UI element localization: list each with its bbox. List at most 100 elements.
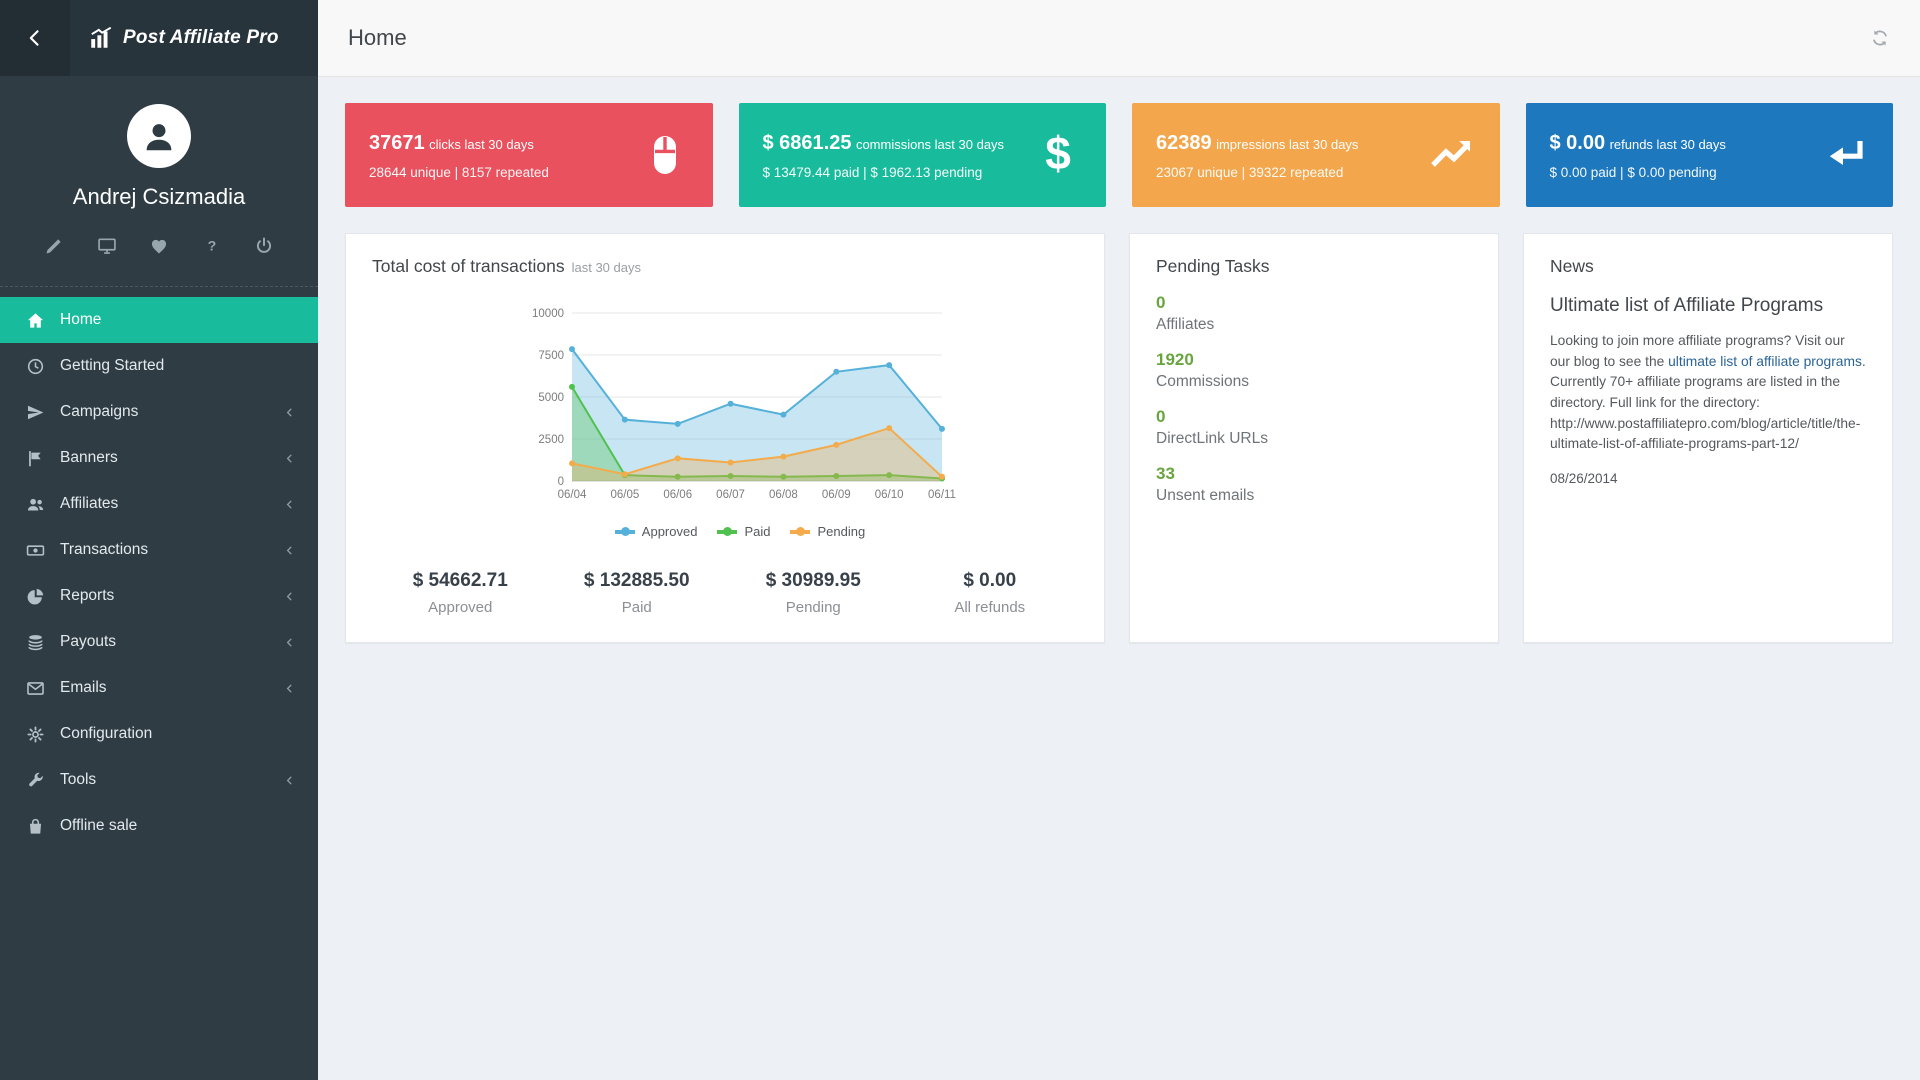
- stat-card-refunds[interactable]: $ 0.00 refunds last 30 days $ 0.00 paid …: [1526, 103, 1894, 207]
- sidebar-item-home[interactable]: Home: [0, 297, 318, 343]
- chart-panel-title: Total cost of transactionslast 30 days: [372, 256, 1078, 277]
- task-label: Affiliates: [1156, 316, 1472, 334]
- sidebar-item-configuration[interactable]: Configuration: [0, 711, 318, 757]
- chart-totals: $ 54662.71 Approved $ 132885.50 Paid $ 3…: [372, 570, 1078, 620]
- quick-actions: ?: [0, 236, 318, 256]
- task-label: Commissions: [1156, 373, 1472, 391]
- task-unsent-emails[interactable]: 33 Unsent emails: [1156, 464, 1472, 505]
- stat-card-impressions[interactable]: 62389 impressions last 30 days 23067 uni…: [1132, 103, 1500, 207]
- chart-legend: ApprovedPaidPending: [520, 524, 960, 539]
- svg-text:06/05: 06/05: [610, 489, 639, 501]
- news-article-title: Ultimate list of Affiliate Programs: [1550, 295, 1866, 317]
- sidebar-item-banners[interactable]: Banners: [0, 435, 318, 481]
- task-label: Unsent emails: [1156, 487, 1472, 505]
- task-count: 33: [1156, 464, 1472, 484]
- stat-label: commissions last 30 days: [856, 137, 1004, 152]
- chevron-left-icon: [283, 774, 296, 787]
- question-icon[interactable]: ?: [202, 236, 222, 256]
- refresh-icon[interactable]: [1870, 28, 1890, 48]
- chevron-left-icon: [283, 636, 296, 649]
- total-approved: $ 54662.71 Approved: [372, 570, 549, 616]
- stat-card-commissions[interactable]: $ 6861.25 commissions last 30 days $ 134…: [739, 103, 1107, 207]
- sidebar-item-transactions[interactable]: Transactions: [0, 527, 318, 573]
- dashboard-content: 37671 clicks last 30 days 28644 unique |…: [318, 77, 1920, 669]
- pencil-icon[interactable]: [44, 236, 64, 256]
- chevron-left-icon: [25, 28, 45, 48]
- total-label: Pending: [725, 599, 902, 616]
- power-icon[interactable]: [254, 236, 274, 256]
- svg-text:10000: 10000: [532, 308, 564, 320]
- stat-label: impressions last 30 days: [1216, 137, 1358, 152]
- svg-text:2500: 2500: [538, 434, 564, 446]
- sidebar-item-tools[interactable]: Tools: [0, 757, 318, 803]
- chevron-left-icon: [283, 452, 296, 465]
- transactions-chart-panel: Total cost of transactionslast 30 days 0…: [345, 233, 1105, 643]
- stat-text: 37671 clicks last 30 days 28644 unique |…: [369, 131, 559, 180]
- send-icon: [26, 403, 45, 422]
- stat-text: $ 0.00 refunds last 30 days $ 0.00 paid …: [1550, 131, 1736, 180]
- total-label: All refunds: [902, 599, 1079, 616]
- stat-label: refunds last 30 days: [1610, 137, 1726, 152]
- logo-text: Post Affiliate Pro: [123, 27, 279, 49]
- sidebar-item-offline-sale[interactable]: Offline sale: [0, 803, 318, 849]
- total-value: $ 0.00: [902, 570, 1079, 592]
- task-commissions[interactable]: 1920 Commissions: [1156, 350, 1472, 391]
- news-panel-title: News: [1550, 256, 1866, 277]
- main-area: Home 37671 clicks last 30 days 28644 uni…: [318, 0, 1920, 1080]
- news-link[interactable]: ultimate list of affiliate programs: [1668, 354, 1862, 369]
- sidebar-header: Post Affiliate Pro: [0, 0, 318, 76]
- sidebar-item-payouts[interactable]: Payouts: [0, 619, 318, 665]
- sidebar: Post Affiliate Pro Andrej Csizmadia ? Ho…: [0, 0, 318, 1080]
- logo-chart-icon: [88, 25, 114, 51]
- stat-text: 62389 impressions last 30 days 23067 uni…: [1156, 131, 1368, 180]
- stat-sub: $ 0.00 paid | $ 0.00 pending: [1550, 165, 1726, 180]
- chevron-left-icon: [283, 498, 296, 511]
- sidebar-item-emails[interactable]: Emails: [0, 665, 318, 711]
- total-value: $ 132885.50: [549, 570, 726, 592]
- chart-wrap: 02500500075001000006/0406/0506/0606/0706…: [520, 303, 960, 539]
- app-root: Post Affiliate Pro Andrej Csizmadia ? Ho…: [0, 0, 1920, 1080]
- stat-cards-row: 37671 clicks last 30 days 28644 unique |…: [345, 103, 1893, 207]
- chart-panel-subtitle: last 30 days: [572, 260, 641, 275]
- return-arrow-icon: [1821, 131, 1869, 179]
- total-pending: $ 30989.95 Pending: [725, 570, 902, 616]
- dollar-icon: $: [1034, 131, 1082, 179]
- sidebar-item-affiliates[interactable]: Affiliates: [0, 481, 318, 527]
- task-directlink-urls[interactable]: 0 DirectLink URLs: [1156, 407, 1472, 448]
- shopping-bag-icon: [26, 817, 45, 836]
- svg-text:7500: 7500: [538, 350, 564, 362]
- sidebar-item-label: Affiliates: [60, 495, 283, 513]
- panels-row: Total cost of transactionslast 30 days 0…: [345, 233, 1893, 643]
- back-button[interactable]: [0, 0, 70, 76]
- svg-text:06/10: 06/10: [875, 489, 904, 501]
- stat-card-clicks[interactable]: 37671 clicks last 30 days 28644 unique |…: [345, 103, 713, 207]
- gear-icon: [26, 725, 45, 744]
- sidebar-item-label: Payouts: [60, 633, 283, 651]
- avatar: [127, 104, 191, 168]
- legend-marker: [790, 530, 810, 534]
- task-label: DirectLink URLs: [1156, 430, 1472, 448]
- top-bar: Home: [318, 0, 1920, 77]
- tasks-panel-title: Pending Tasks: [1156, 256, 1472, 277]
- coins-icon: [26, 633, 45, 652]
- stat-text: $ 6861.25 commissions last 30 days $ 134…: [763, 131, 1015, 180]
- sidebar-item-getting-started[interactable]: Getting Started: [0, 343, 318, 389]
- stat-value: 62389: [1156, 132, 1212, 154]
- task-affiliates[interactable]: 0 Affiliates: [1156, 293, 1472, 334]
- sidebar-item-label: Reports: [60, 587, 283, 605]
- total-paid: $ 132885.50 Paid: [549, 570, 726, 616]
- home-icon: [26, 311, 45, 330]
- task-count: 0: [1156, 293, 1472, 313]
- sidebar-item-reports[interactable]: Reports: [0, 573, 318, 619]
- users-icon: [26, 495, 45, 514]
- chevron-left-icon: [283, 590, 296, 603]
- heart-icon[interactable]: [149, 236, 169, 256]
- sidebar-item-label: Configuration: [60, 725, 283, 743]
- sidebar-item-campaigns[interactable]: Campaigns: [0, 389, 318, 435]
- legend-label: Paid: [744, 524, 770, 539]
- legend-label: Approved: [642, 524, 698, 539]
- sidebar-item-label: Getting Started: [60, 357, 283, 375]
- stat-value: $ 0.00: [1550, 132, 1606, 154]
- mouse-icon: [641, 131, 689, 179]
- monitor-icon[interactable]: [97, 236, 117, 256]
